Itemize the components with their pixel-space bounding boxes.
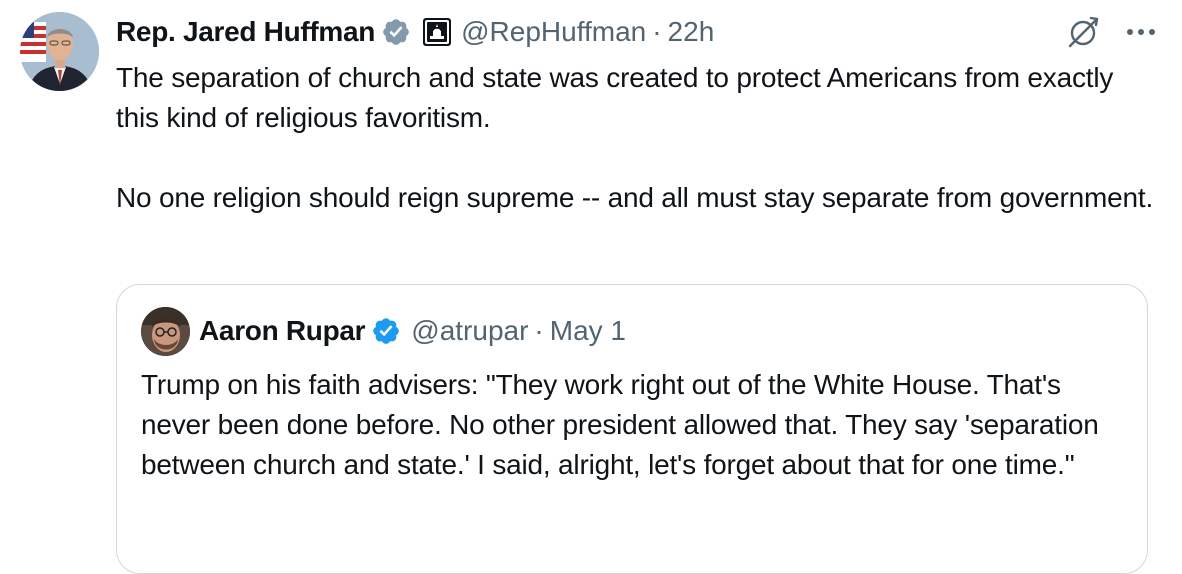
tweet-body: The separation of church and state was c… bbox=[116, 58, 1156, 218]
tweet-paragraph-1: The separation of church and state was c… bbox=[116, 62, 1114, 133]
tweet-paragraph-2: No one religion should reign supreme -- … bbox=[116, 182, 1154, 213]
gray-verified-badge-icon[interactable] bbox=[381, 17, 411, 47]
author-avatar[interactable] bbox=[20, 12, 99, 91]
tweet-top-actions bbox=[1064, 14, 1156, 54]
us-capitol-icon[interactable] bbox=[423, 18, 452, 46]
more-icon[interactable] bbox=[1126, 25, 1156, 43]
quoted-avatar-image bbox=[141, 307, 190, 356]
quoted-author-display-name[interactable]: Aaron Rupar bbox=[199, 315, 366, 347]
quoted-author-handle[interactable]: @atrupar bbox=[411, 315, 528, 347]
quoted-author-avatar[interactable] bbox=[141, 307, 190, 356]
grok-icon[interactable] bbox=[1064, 13, 1102, 56]
quoted-tweet-timestamp[interactable]: May 1 bbox=[550, 315, 626, 347]
author-handle[interactable]: @RepHuffman bbox=[461, 16, 646, 48]
blue-verified-badge-icon[interactable] bbox=[371, 316, 401, 346]
author-display-name[interactable]: Rep. Jared Huffman bbox=[116, 16, 375, 48]
quoted-tweet-card[interactable]: Aaron Rupar @atrupar · May 1 Trump on hi… bbox=[116, 284, 1148, 574]
avatar-image bbox=[20, 12, 99, 91]
tweet-timestamp[interactable]: 22h bbox=[668, 16, 715, 48]
quoted-tweet-header: Aaron Rupar @atrupar · May 1 bbox=[199, 311, 626, 351]
quoted-header-separator: · bbox=[534, 315, 544, 346]
tweet: Rep. Jared Huffman @RepHuffman · 22h The… bbox=[0, 0, 1182, 574]
quoted-tweet-body: Trump on his faith advisers: "They work … bbox=[141, 369, 1099, 480]
header-separator: · bbox=[652, 16, 662, 47]
tweet-header: Rep. Jared Huffman @RepHuffman · 22h bbox=[116, 12, 714, 52]
